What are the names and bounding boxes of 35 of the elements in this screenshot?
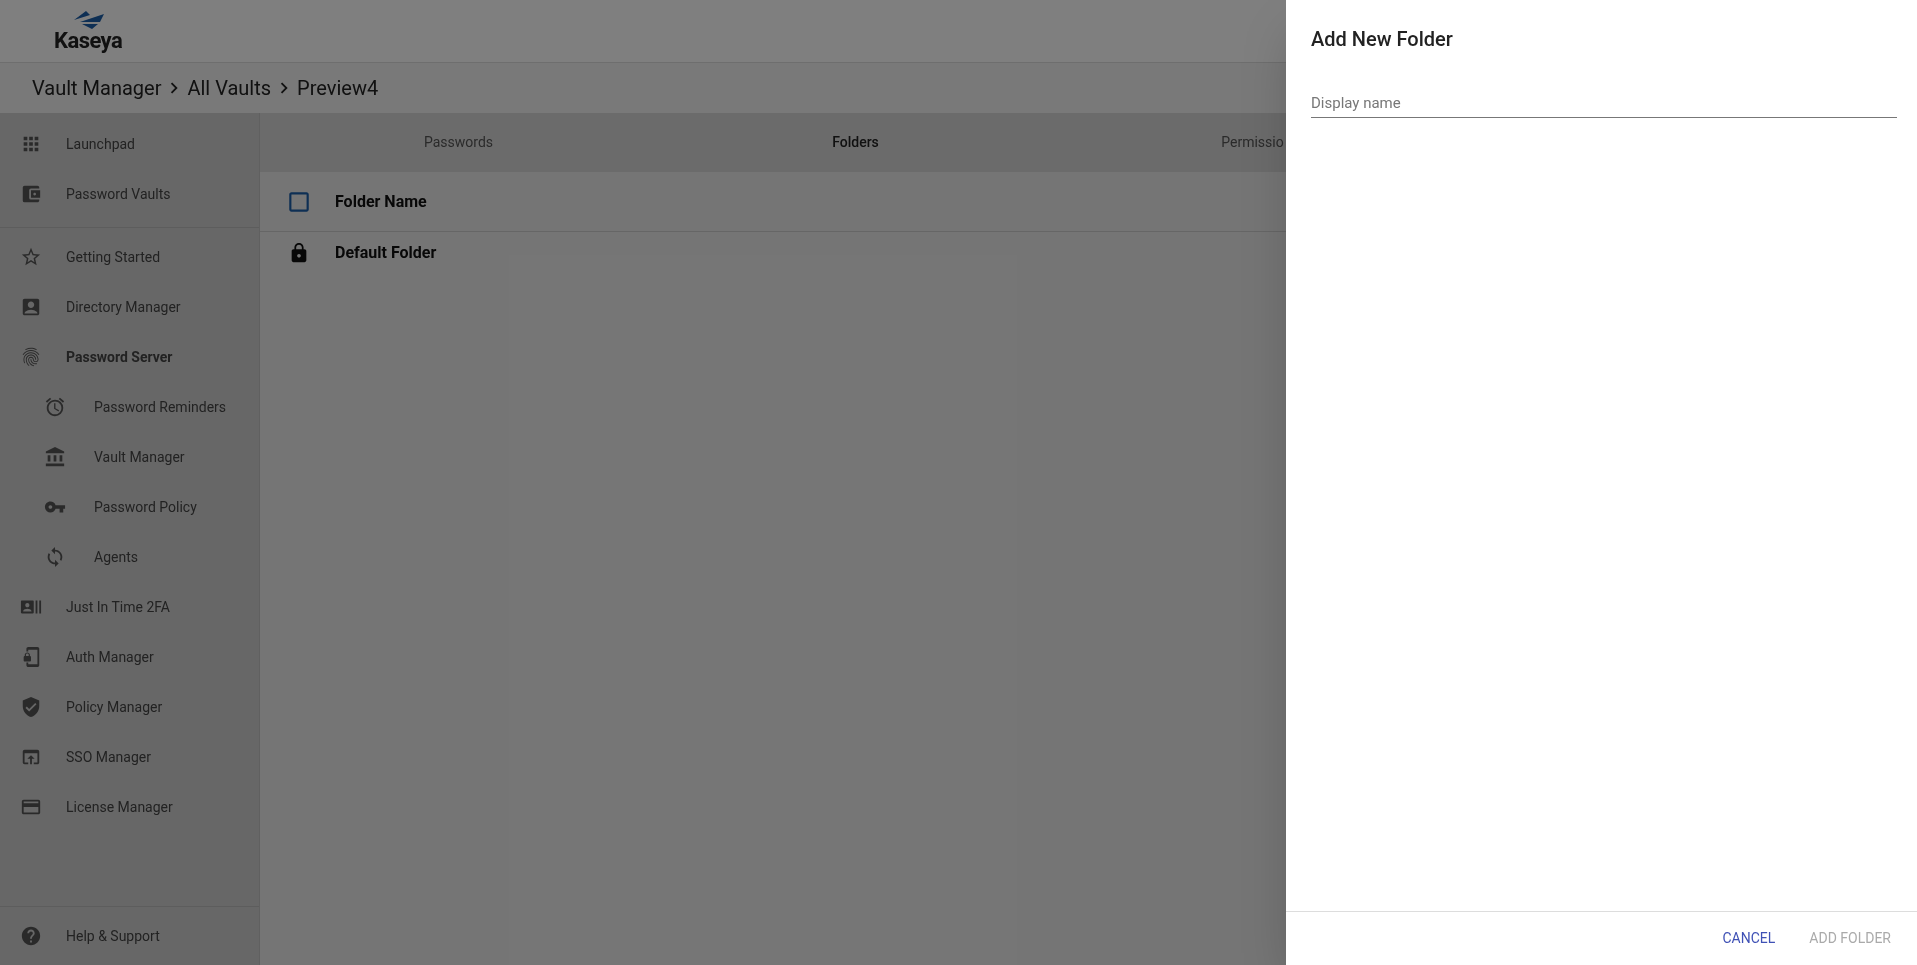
cancel-button[interactable]: CANCEL (1712, 922, 1786, 955)
wallet-icon (20, 183, 42, 205)
sidebar-item[interactable]: Password Policy (0, 482, 259, 532)
contact-card-icon (20, 296, 42, 318)
logo: Kaseya (54, 10, 123, 52)
fingerprint-icon (20, 346, 42, 368)
sidebar-item[interactable]: Policy Manager (0, 682, 259, 732)
sidebar-item[interactable]: Help & Support (0, 911, 259, 961)
sidebar-item[interactable]: Password Reminders (0, 382, 259, 432)
breadcrumb-item[interactable]: All Vaults (185, 73, 274, 103)
shield-check-icon (20, 696, 42, 718)
sidebar-item[interactable]: SSO Manager (0, 732, 259, 782)
bank-icon (44, 446, 66, 468)
sidebar-item[interactable]: Password Vaults (0, 169, 259, 219)
tab[interactable]: Passwords (423, 132, 494, 153)
breadcrumb-item: Preview4 (296, 75, 380, 102)
tab[interactable]: Permissio (1221, 132, 1284, 153)
sidebar-item[interactable]: Vault Manager (0, 432, 259, 482)
drawer-title: Add New Folder (1311, 26, 1454, 53)
sidebar-item[interactable]: Agents (0, 532, 259, 582)
display-name-field[interactable]: Display name (1311, 92, 1897, 118)
column-header[interactable]: Folder Name (335, 189, 427, 214)
sidebar-item[interactable]: License Manager (0, 782, 259, 832)
tab[interactable]: Folders (832, 132, 879, 153)
alarm-clock-icon (44, 396, 66, 418)
sidebar-item[interactable]: Launchpad (0, 119, 259, 169)
sidebar-item[interactable]: Directory Manager (0, 282, 259, 332)
star-icon (20, 246, 42, 268)
help-icon (20, 925, 42, 947)
breadcrumb-item[interactable]: Vault Manager (30, 73, 164, 103)
table-cell-text: Default Folder (335, 242, 437, 264)
sidebar-item[interactable]: Password Server (0, 332, 259, 382)
sidebar-item[interactable]: Just In Time 2FA (0, 582, 259, 632)
sidebar-item[interactable]: Getting Started (0, 232, 259, 282)
sidebar-item[interactable]: Auth Manager (0, 632, 259, 682)
